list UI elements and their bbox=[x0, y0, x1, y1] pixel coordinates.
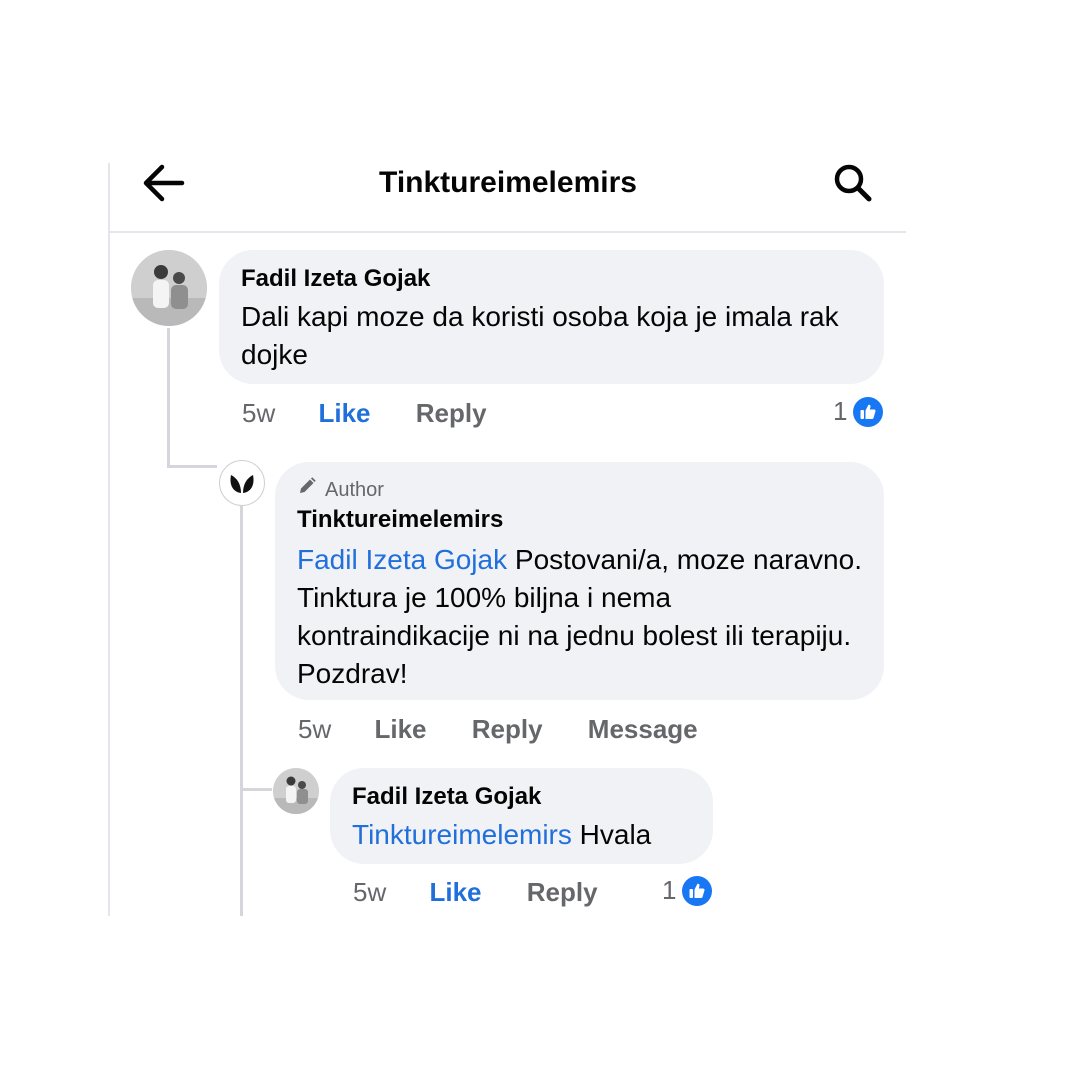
thread-line bbox=[167, 328, 170, 468]
reaction-count: 1 bbox=[833, 396, 848, 426]
comment-author[interactable]: Fadil Izeta Gojak bbox=[352, 782, 691, 812]
comment-time[interactable]: 5w bbox=[353, 877, 386, 908]
top-bar: Tinktureimelemirs bbox=[110, 163, 906, 233]
comment-actions: 5w Like Reply bbox=[242, 398, 487, 429]
leaf-logo-icon bbox=[230, 475, 254, 493]
avatar[interactable] bbox=[131, 250, 207, 326]
content-left-border bbox=[108, 163, 110, 916]
comment-bubble: Author Tinktureimelemirs Fadil Izeta Goj… bbox=[275, 462, 884, 700]
comment-text: Dali kapi moze da koristi osoba koja je … bbox=[241, 301, 839, 370]
comment-text: Tinktureimelemirs Hvala bbox=[352, 816, 691, 854]
reaction-summary[interactable]: 1 bbox=[833, 396, 884, 427]
like-button[interactable]: Like bbox=[374, 714, 426, 745]
mention-link[interactable]: Tinktureimelemirs bbox=[352, 819, 572, 850]
mention-link[interactable]: Fadil Izeta Gojak bbox=[297, 544, 507, 575]
comment-author[interactable]: Tinktureimelemirs bbox=[297, 505, 862, 535]
thread-line bbox=[167, 465, 217, 468]
comment-actions: 5w Like Reply Message bbox=[298, 714, 698, 745]
comment-time[interactable]: 5w bbox=[298, 714, 331, 745]
search-icon[interactable] bbox=[832, 163, 876, 203]
comment-bubble: Fadil Izeta Gojak Tinktureimelemirs Hval… bbox=[330, 768, 713, 864]
comment-body: Hvala bbox=[571, 819, 652, 850]
reply-button[interactable]: Reply bbox=[472, 714, 543, 745]
thumbs-up-icon bbox=[682, 875, 713, 906]
like-button[interactable]: Like bbox=[318, 398, 370, 429]
avatar[interactable] bbox=[219, 460, 265, 506]
thread-line bbox=[240, 506, 243, 916]
page-title: Tinktureimelemirs bbox=[379, 166, 637, 199]
message-button[interactable]: Message bbox=[588, 714, 698, 745]
pencil-icon bbox=[297, 476, 317, 503]
comment-time[interactable]: 5w bbox=[242, 398, 275, 429]
comment-author[interactable]: Fadil Izeta Gojak bbox=[241, 264, 862, 294]
thumbs-up-icon bbox=[853, 396, 884, 427]
avatar[interactable] bbox=[273, 768, 319, 814]
author-badge: Author bbox=[297, 476, 862, 503]
reaction-summary[interactable]: 1 bbox=[662, 875, 713, 906]
reply-button[interactable]: Reply bbox=[527, 877, 598, 908]
comment-text: Fadil Izeta Gojak Postovani/a, moze nara… bbox=[297, 541, 862, 693]
comment-actions: 5w Like Reply bbox=[353, 877, 598, 908]
thread-line bbox=[240, 788, 272, 791]
reply-button[interactable]: Reply bbox=[416, 398, 487, 429]
reaction-count: 1 bbox=[662, 875, 677, 905]
like-button[interactable]: Like bbox=[429, 877, 481, 908]
comment-bubble: Fadil Izeta Gojak Dali kapi moze da kori… bbox=[219, 250, 884, 384]
